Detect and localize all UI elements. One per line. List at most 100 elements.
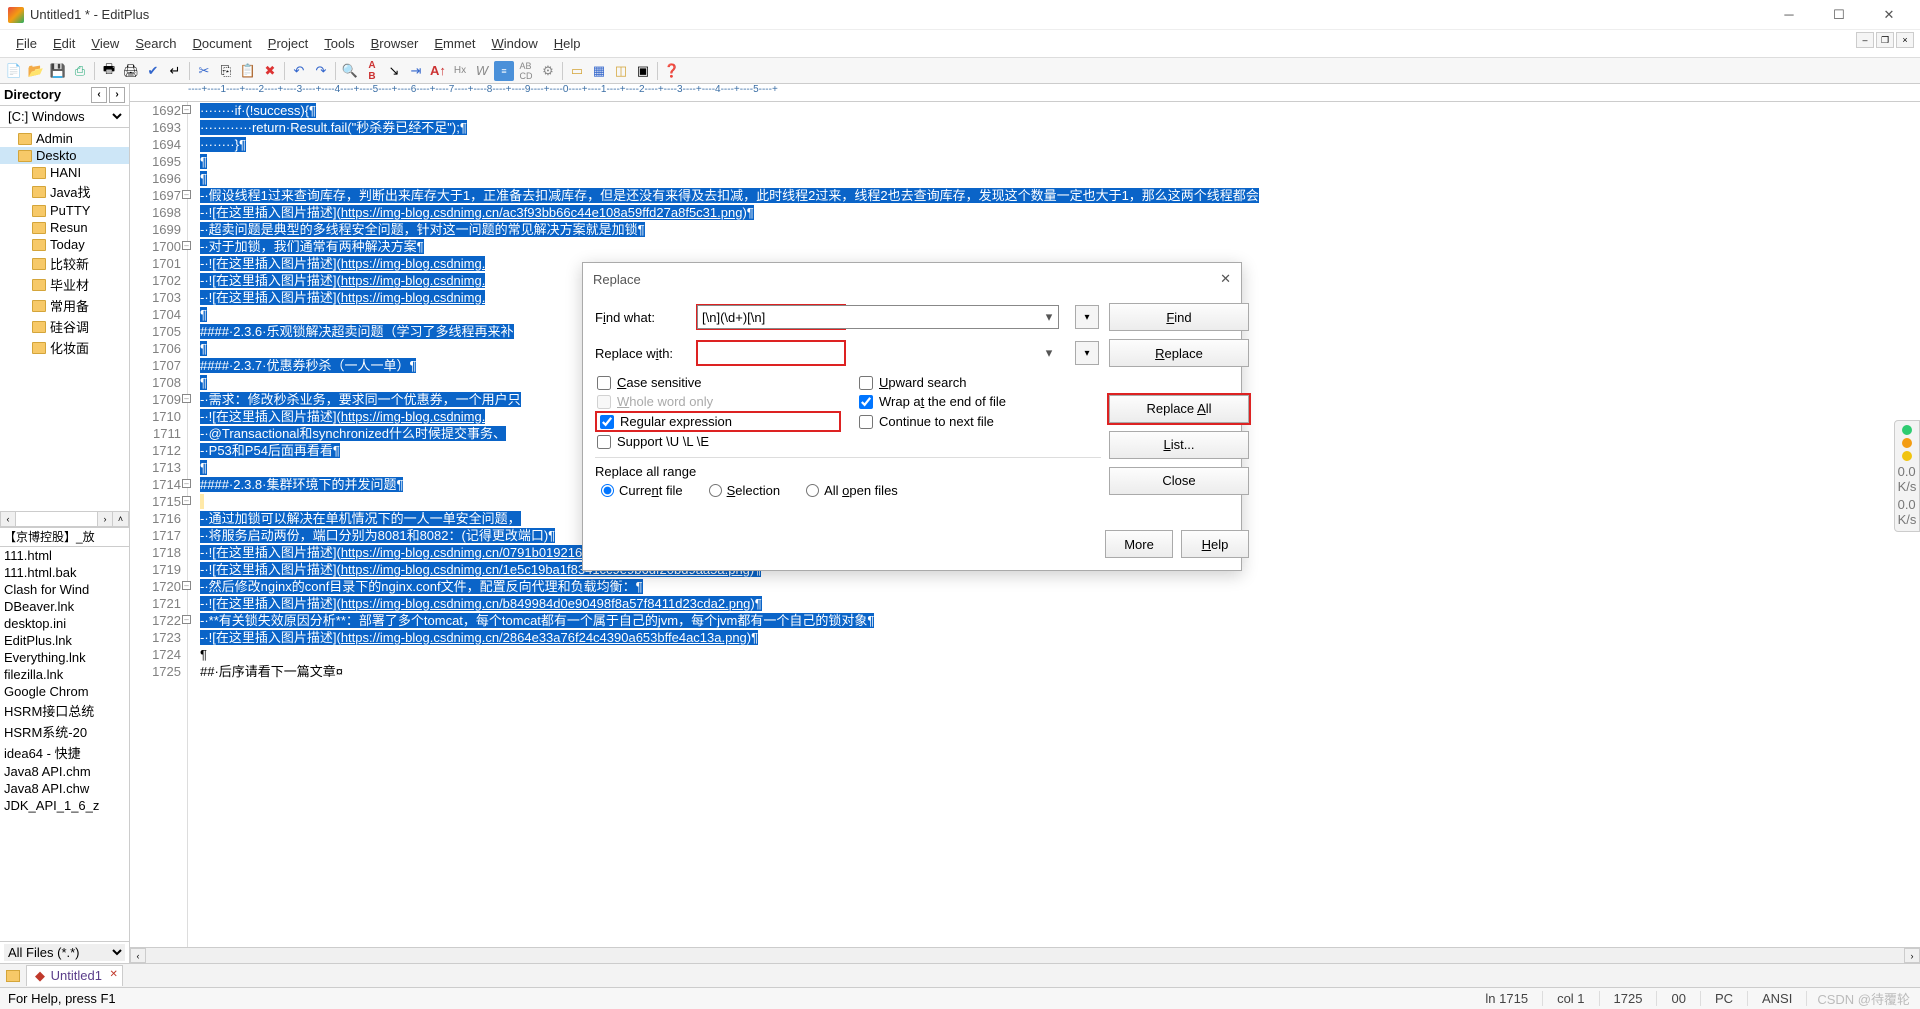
file-item[interactable]: Clash for Wind — [0, 581, 129, 598]
paste-icon[interactable]: 📋 — [238, 61, 258, 81]
code-line[interactable]: ········}¶ — [188, 136, 1920, 153]
tab-untitled1[interactable]: ◆ Untitled1 ✕ — [26, 965, 123, 986]
print-preview-icon[interactable]: 🖨 — [121, 61, 141, 81]
tree-item[interactable]: Resun — [0, 219, 129, 236]
drive-select[interactable]: [C:] Windows — [4, 108, 125, 125]
find-icon[interactable]: 🔍 — [340, 61, 360, 81]
code-line[interactable]: -·然后修改nginx的conf目录下的nginx.conf文件，配置反向代理和… — [188, 578, 1920, 595]
code-line[interactable]: -·对于加锁，我们通常有两种解决方案¶ — [188, 238, 1920, 255]
replace-expand-button[interactable]: ▾ — [1075, 341, 1099, 365]
code-line[interactable]: -·假设线程1过来查询库存，判断出来库存大于1，正准备去扣减库存，但是还没有来得… — [188, 187, 1920, 204]
menu-view[interactable]: View — [83, 33, 127, 54]
font-bigger-icon[interactable]: A↑ — [428, 61, 448, 81]
file-item[interactable]: 111.html.bak — [0, 564, 129, 581]
file-item[interactable]: Java8 API.chm — [0, 763, 129, 780]
tree-item[interactable]: Java找 — [0, 181, 129, 202]
save-all-icon[interactable]: ⎙ — [70, 61, 90, 81]
tree-item[interactable]: 化妆面 — [0, 337, 129, 358]
file-item[interactable]: EditPlus.lnk — [0, 632, 129, 649]
replace-dropdown-icon[interactable]: ▾ — [1041, 344, 1057, 362]
mdi-close[interactable]: × — [1896, 32, 1914, 48]
hscroll-track[interactable] — [146, 948, 1904, 963]
upward-search-checkbox[interactable]: Upward search — [859, 375, 1101, 390]
delete-icon[interactable]: ✖ — [260, 61, 280, 81]
regex-checkbox[interactable]: Regular expression — [597, 413, 839, 430]
hscroll-right[interactable]: › — [1904, 948, 1920, 963]
menu-document[interactable]: Document — [185, 33, 260, 54]
terminal-icon[interactable]: ▣ — [633, 61, 653, 81]
hscroll-left[interactable]: ‹ — [130, 948, 146, 963]
find-expand-button[interactable]: ▾ — [1075, 305, 1099, 329]
mdi-minimize[interactable]: – — [1856, 32, 1874, 48]
browser-icon[interactable]: ▦ — [589, 61, 609, 81]
file-item[interactable]: Everything.lnk — [0, 649, 129, 666]
maximize-button[interactable]: ☐ — [1816, 0, 1862, 30]
wrap-icon[interactable]: ↵ — [165, 61, 185, 81]
code-line[interactable]: -·超卖问题是典型的多线程安全问题，针对这一问题的常见解决方案就是加锁¶ — [188, 221, 1920, 238]
replace-with-input[interactable] — [697, 341, 845, 365]
new-icon[interactable]: 📄 — [4, 61, 24, 81]
file-item[interactable]: filezilla.lnk — [0, 666, 129, 683]
tree-item[interactable]: 常用备 — [0, 295, 129, 316]
save-icon[interactable]: 💾 — [48, 61, 68, 81]
tree-item[interactable]: 硅谷调 — [0, 316, 129, 337]
code-line[interactable]: -·![在这里插入图片描述](https://img-blog.csdnimg.… — [188, 595, 1920, 612]
code-line[interactable]: ········if·(!success){¶ — [188, 102, 1920, 119]
hl-icon[interactable]: ≡ — [494, 61, 514, 81]
mdi-restore[interactable]: ❐ — [1876, 32, 1894, 48]
dir-back-button[interactable]: ‹ — [91, 87, 107, 103]
split-icon[interactable]: ◫ — [611, 61, 631, 81]
code-line[interactable]: -·![在这里插入图片描述](https://img-blog.csdnimg.… — [188, 629, 1920, 646]
tree-item[interactable]: Today — [0, 236, 129, 253]
file-filter-select[interactable]: All Files (*.*) — [4, 944, 125, 961]
menu-file[interactable]: File — [8, 33, 45, 54]
folder-tree[interactable]: AdminDesktoHANIJava找PuTTYResunToday比较新毕业… — [0, 128, 129, 527]
code-line[interactable]: ##·后序请看下一篇文章¤ — [188, 663, 1920, 680]
file-item[interactable]: idea64 - 快捷 — [0, 742, 129, 763]
code-line[interactable]: ¶ — [188, 170, 1920, 187]
file-item[interactable]: DBeaver.lnk — [0, 598, 129, 615]
more-button[interactable]: More — [1105, 530, 1173, 558]
replace-button[interactable]: Replace — [1109, 339, 1249, 367]
find-button[interactable]: Find — [1109, 303, 1249, 331]
range-current-radio[interactable]: Current file — [601, 483, 683, 498]
tree-scroll-left[interactable]: ‹ — [0, 511, 16, 527]
goto-icon[interactable]: ↘ — [384, 61, 404, 81]
tree-item[interactable]: Deskto — [0, 147, 129, 164]
tree-item[interactable]: HANI — [0, 164, 129, 181]
file-item[interactable]: Google Chrom — [0, 683, 129, 700]
cut-icon[interactable]: ✂ — [194, 61, 214, 81]
tree-item[interactable]: 比较新 — [0, 253, 129, 274]
menu-edit[interactable]: Edit — [45, 33, 83, 54]
dir-fwd-button[interactable]: › — [109, 87, 125, 103]
help-button[interactable]: Help — [1181, 530, 1249, 558]
help-icon[interactable]: ❓ — [662, 61, 682, 81]
menu-window[interactable]: Window — [483, 33, 545, 54]
dialog-close-icon[interactable]: ✕ — [1220, 271, 1231, 287]
code-line[interactable]: -·**有关锁失效原因分析**：部署了多个tomcat，每个tomcat都有一个… — [188, 612, 1920, 629]
find-dropdown-icon[interactable]: ▾ — [1041, 308, 1057, 326]
file-list[interactable]: 111.html111.html.bakClash for WindDBeave… — [0, 547, 129, 942]
close-dialog-button[interactable]: Close — [1109, 467, 1249, 495]
file-item[interactable]: 111.html — [0, 547, 129, 564]
list-button[interactable]: List... — [1109, 431, 1249, 459]
window-icon[interactable]: ▭ — [567, 61, 587, 81]
spellcheck-icon[interactable]: ✔ — [143, 61, 163, 81]
redo-icon[interactable]: ↷ — [311, 61, 331, 81]
tree-item[interactable]: 毕业材 — [0, 274, 129, 295]
menu-search[interactable]: Search — [127, 33, 184, 54]
wrap-eof-checkbox[interactable]: Wrap at the end of file — [859, 394, 1101, 409]
continue-next-checkbox[interactable]: Continue to next file — [859, 413, 1101, 430]
hex-icon[interactable]: Hx — [450, 61, 470, 81]
menu-project[interactable]: Project — [260, 33, 316, 54]
open-icon[interactable]: 📂 — [26, 61, 46, 81]
copy-icon[interactable]: ⎘ — [216, 61, 236, 81]
support-ule-checkbox[interactable]: Support \U \L \E — [597, 434, 839, 449]
file-item[interactable]: desktop.ini — [0, 615, 129, 632]
tree-scroll-right[interactable]: › — [97, 511, 113, 527]
menu-help[interactable]: Help — [546, 33, 589, 54]
code-line[interactable]: ············return·Result.fail("秒杀券已经不足"… — [188, 119, 1920, 136]
minimize-button[interactable]: ─ — [1766, 0, 1812, 30]
indent-icon[interactable]: ⇥ — [406, 61, 426, 81]
word-icon[interactable]: W — [472, 61, 492, 81]
